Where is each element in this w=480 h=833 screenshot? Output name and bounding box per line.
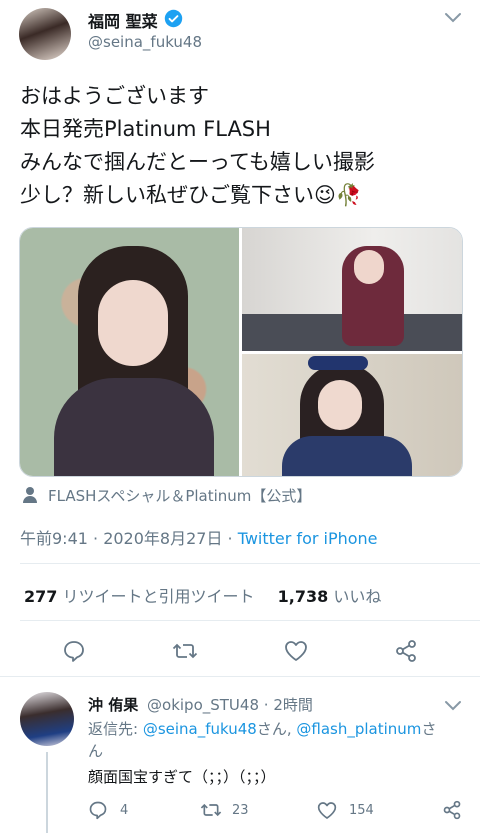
replying-to: 返信先: @seina_fuku48さん, @flash_platinumさ ん [88,718,468,762]
author-handle[interactable]: @seina_fuku48 [88,33,202,51]
reply-button[interactable] [62,639,86,663]
replying-suffix: さ [421,720,437,738]
tweet-timestamp[interactable]: 午前9:41 · 2020年8月27日 · [20,529,238,548]
retweet-icon [200,803,222,817]
tweet-menu-chevron-icon[interactable] [442,8,464,26]
author-avatar[interactable] [19,8,71,60]
replying-suffix: ん [88,742,104,760]
tweet-stats: 277 リツイートと引用ツイート 1,738 いいね [24,583,381,607]
verified-badge-icon [164,9,183,28]
tagged-account[interactable]: FLASHスペシャル＆Platinum【公式】 [48,485,311,506]
retweet-count: 23 [232,802,249,818]
reply-author-handle[interactable]: @okipo_STU48 [147,696,259,714]
divider [20,563,480,564]
likes-label: いいね [333,587,382,606]
retweets-stat[interactable]: 277 リツイートと引用ツイート [24,587,260,606]
tweet-photo-1[interactable] [20,228,239,476]
person-icon [22,486,38,504]
tweet-source[interactable]: Twitter for iPhone [238,529,378,548]
divider [0,676,480,677]
tweet-text: おはようございます 本日発売Platinum FLASH みんなで掴んだとーって… [20,80,375,212]
thread-line [46,752,48,833]
replying-prefix: 返信先: [88,720,143,738]
retweets-label: リツイートと引用ツイート [62,587,255,606]
retweet-icon [172,643,198,659]
tweet-photo-3[interactable] [242,354,462,476]
reply-share-button[interactable] [442,800,462,820]
reply-like-button[interactable]: 154 [317,801,374,820]
reply-icon [64,641,84,662]
reply-time[interactable]: · 2時間 [264,696,313,714]
author-name[interactable]: 福岡 聖菜 [88,8,158,32]
tweet-text-line: 少し？新しい私ぜひご覧下さい😉🥀 [20,183,363,207]
reply-author-avatar[interactable] [20,692,74,746]
retweet-button[interactable] [172,639,198,663]
photo-grid [19,227,463,477]
likes-stat[interactable]: 1,738 いいね [278,587,382,606]
reply-header: 沖 侑果 @okipo_STU48 · 2時間 [88,694,313,715]
share-icon [443,800,461,820]
reply-retweet-button[interactable]: 23 [200,800,249,820]
mention-link[interactable]: @seina_fuku48 [143,720,257,738]
reply-author-name[interactable]: 沖 侑果 [88,696,138,714]
reply-icon [89,801,107,820]
tweet-meta: 午前9:41 · 2020年8月27日 · Twitter for iPhone [20,525,378,549]
mention-link[interactable]: @flash_platinum [296,720,421,738]
like-count: 154 [349,803,374,818]
tweet-text-line: おはようございます [20,84,209,108]
replying-joiner: さん, [256,720,297,738]
reply-menu-chevron-icon[interactable] [442,696,464,714]
tweet-photo-2[interactable] [242,228,462,351]
reply-text: 顔面国宝すぎて（；；）（；；） [88,768,276,786]
heart-icon [317,802,337,819]
share-icon [396,640,416,662]
likes-count: 1,738 [277,587,329,606]
heart-icon [285,641,307,661]
tweet-text-line: みんなで掴んだとーっても嬉しい撮影 [20,150,375,174]
retweets-count: 277 [24,587,58,606]
reply-reply-button[interactable]: 4 [88,800,128,820]
like-button[interactable] [284,640,308,662]
reply-count: 4 [120,802,129,818]
share-button[interactable] [394,639,418,663]
divider [20,620,480,621]
tweet-text-line: 本日発売Platinum FLASH [20,117,271,141]
author-name-text[interactable]: 福岡 聖菜 [88,12,158,31]
